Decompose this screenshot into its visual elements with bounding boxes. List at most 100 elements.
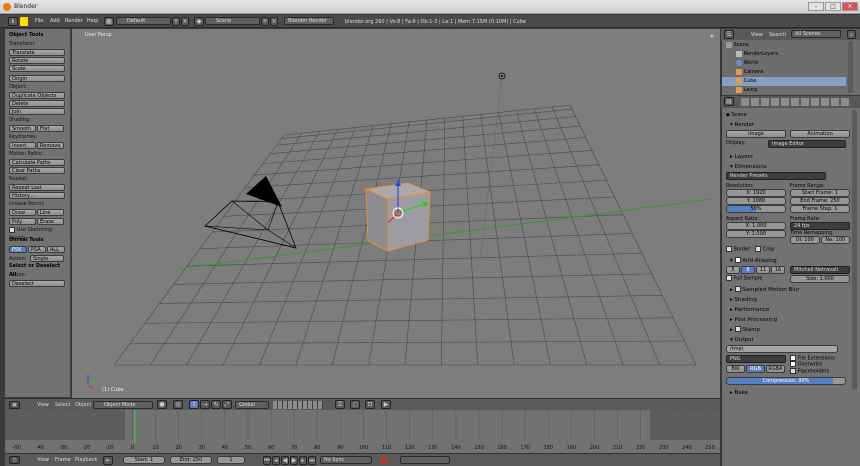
performance-panel-header[interactable]: ▸ Performance [726,305,856,315]
erase-button[interactable]: Erase [37,218,64,225]
outliner-search-icon[interactable]: ⌕ [847,30,856,39]
smooth-button[interactable]: Smooth [9,125,36,132]
layout-field[interactable]: Default [116,17,171,25]
repeat-last-button[interactable]: Repeat Last [9,184,65,191]
record-icon[interactable] [380,457,387,464]
outliner-item-world[interactable]: World [722,59,846,68]
origin-button[interactable]: Origin [9,75,65,82]
menu-add[interactable]: Add [50,18,60,24]
full-sample-checkbox[interactable] [726,274,732,281]
scene-icon[interactable]: ◆ [194,17,204,26]
layout-remove-button[interactable]: × [181,17,189,26]
outliner-type-icon[interactable]: ☰ [724,30,734,39]
border-checkbox[interactable] [726,246,732,252]
manipulator-icon[interactable]: ↕ [189,400,199,409]
menu-view[interactable]: View [37,402,49,408]
shading-icon[interactable]: ● [157,400,167,409]
overwrite-checkbox[interactable] [790,361,796,367]
play-reverse-icon[interactable]: ◀ [281,456,289,465]
viewport-canvas[interactable] [72,29,720,398]
render-presets-select[interactable]: Render Presets [726,172,826,180]
outliner-search-menu[interactable]: Search [769,32,786,38]
unreal-tools-header[interactable]: Unreal Tools [9,236,66,245]
display-select[interactable]: Image Editor [768,140,846,148]
frame-step-prop[interactable]: Frame Step: 1 [790,205,850,213]
output-path-field[interactable]: /tmp\ [726,344,838,353]
outliner-item-renderlayers[interactable]: RenderLayers [722,50,846,59]
bake-panel-header[interactable]: ▸ Bake [726,388,856,398]
layout-add-button[interactable]: + [172,17,180,26]
all-button[interactable]: ALL [47,246,65,253]
render-image-button[interactable]: Image [726,130,786,138]
outliner-item-cube[interactable]: Cube [722,77,846,86]
aa-11-button[interactable]: 11 [756,265,770,274]
properties-context-tabs[interactable] [741,98,851,106]
layer-buttons[interactable] [273,401,323,409]
file-ext-checkbox[interactable] [790,354,796,361]
menu-playback[interactable]: Playback [75,457,97,463]
join-button[interactable]: Join [9,108,65,115]
rotate-manip-icon[interactable]: ↻ [211,400,221,409]
compression-slider[interactable]: Compression: 90% [726,377,846,385]
post-processing-header[interactable]: ▸ Post Processing [726,315,856,325]
format-select[interactable]: PNG [726,354,786,363]
timeline[interactable]: -50 -40 -30 -20 -10 0 10 20 30 40 50 60 70 80 90 100 110… [5,410,720,453]
orientation-select[interactable]: Global [235,401,269,409]
minimize-button[interactable]: – [808,2,824,11]
lock-icon[interactable]: ⚿ [335,400,345,409]
aspect-x-field[interactable]: X: 1.000 [726,222,786,230]
aa-8-button[interactable]: 8 [741,265,755,274]
jump-key-forward-icon[interactable]: ▸ [299,456,307,465]
scene-remove-button[interactable]: × [270,17,278,26]
render-animation-button[interactable]: Animation [790,130,850,138]
psk-button[interactable]: PSK [9,246,27,253]
menu-render[interactable]: Render [65,18,83,24]
output-panel-header[interactable]: ▾ Output [726,335,856,345]
editor-type-icon-tl[interactable]: ◷ [9,456,20,464]
scene-add-button[interactable]: + [261,17,269,26]
resolution-x-field[interactable]: X: 1920 [726,189,786,197]
rotate-button[interactable]: Rotate [9,57,65,64]
pivot-icon[interactable]: ◎ [173,400,183,409]
menu-file[interactable]: File [35,18,43,24]
calculate-paths-button[interactable]: Calculate Paths [9,159,65,166]
draw-button[interactable]: Draw [9,209,36,216]
stamp-panel-header[interactable]: ▸ Stamp [726,325,856,335]
menu-object[interactable]: Object [75,402,91,408]
mode-select[interactable]: Object Mode [93,401,153,409]
jump-key-back-icon[interactable]: ◂ [272,456,280,465]
aa-panel-header[interactable]: ▾ Anti-Aliasing [726,256,856,266]
snap-icon[interactable]: ⊡ [365,400,375,409]
aa-16-button[interactable]: 16 [771,265,785,274]
outliner-filter-select[interactable]: All Scenes [791,30,841,38]
keying-set-field[interactable] [400,456,450,464]
proportional-edit-icon[interactable]: ○ [350,400,360,409]
start-frame-field[interactable]: Start: 1 [123,456,165,464]
crop-checkbox[interactable] [755,246,762,252]
render-engine-select[interactable]: Blender Render [284,17,334,25]
outliner-view-menu[interactable]: View [751,32,763,38]
action-select[interactable]: Single [29,255,64,262]
sketch-checkbox[interactable] [9,226,15,233]
aa-filter-select[interactable]: Mitchell-Netravali [790,265,850,274]
remove-keyframe-button[interactable]: Remove [37,142,64,149]
select-deselect-header[interactable]: Select or Deselect All [9,262,66,278]
outliner-item-scene[interactable]: Scene [722,41,846,50]
rgb-button[interactable]: RGB [746,364,765,373]
resolution-y-field[interactable]: Y: 1080 [726,197,786,205]
outliner-item-lamp[interactable]: Lamp [722,86,846,95]
editor-type-icon-3d[interactable]: ▣ [9,401,20,409]
insert-keyframe-button[interactable]: Insert [9,142,36,149]
shading-panel-header[interactable]: ▸ Shading [726,295,856,305]
psa-button[interactable]: PSA [28,246,46,253]
maximize-button[interactable]: □ [825,2,841,11]
properties-type-icon[interactable]: ▤ [724,97,734,106]
properties-scrollbar[interactable] [852,110,857,390]
object-tools-header[interactable]: Object Tools [9,31,66,40]
outliner-item-camera[interactable]: Camera [722,68,846,77]
scale-button[interactable]: Scale [9,65,65,72]
screen-layout-icon[interactable]: ▦ [104,17,114,26]
resolution-percent-slider[interactable]: 50% [726,205,786,213]
duplicate-objects-button[interactable]: Duplicate Objects [9,92,65,99]
scale-manip-icon[interactable]: ⤢ [222,400,232,409]
